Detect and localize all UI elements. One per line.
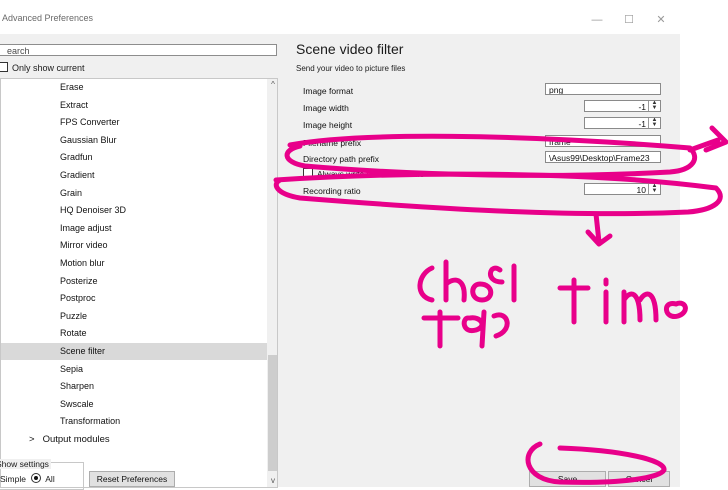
tree-item[interactable]: Transformation	[1, 413, 267, 430]
window-title: Advanced Preferences	[2, 13, 94, 23]
only-show-current-checkbox[interactable]: Only show current	[0, 62, 85, 74]
page-subtitle: Send your video to picture files	[296, 64, 406, 73]
image-height-label: Image height	[303, 120, 353, 130]
recording-ratio-label: Recording ratio	[303, 186, 361, 196]
tree-item[interactable]: Sharpen	[1, 378, 267, 395]
tree-item[interactable]: Gaussian Blur	[1, 132, 267, 149]
image-format-label: Image format	[303, 86, 354, 96]
tree-item[interactable]: Puzzle	[1, 308, 267, 325]
recording-ratio-value: 10	[636, 185, 646, 195]
checkbox-icon[interactable]	[0, 62, 8, 72]
recording-ratio-spinbox[interactable]: 10 ▲ ▼	[584, 183, 661, 195]
scroll-thumb[interactable]	[268, 355, 277, 471]
spin-arrows-icon[interactable]: ▲ ▼	[648, 101, 660, 111]
title-bar: Advanced Preferences — ☐ ✕	[0, 0, 728, 34]
scroll-down-icon[interactable]: v	[267, 475, 277, 487]
tree-item-label: Output modules	[42, 434, 110, 445]
filename-prefix-field[interactable]: frame	[545, 135, 661, 147]
tree-scrollbar[interactable]: ^ v	[267, 79, 277, 487]
tree-item[interactable]: Posterize	[1, 273, 267, 290]
scroll-up-icon[interactable]: ^	[267, 79, 277, 91]
preferences-panel: earch Only show current Erase Extract FPS …	[0, 34, 680, 490]
tree-item[interactable]: Rotate	[1, 325, 267, 342]
checkbox-icon[interactable]	[303, 168, 313, 178]
cancel-button[interactable]: Cancel	[608, 471, 670, 487]
directory-path-prefix-label: Directory path prefix	[303, 154, 380, 164]
show-settings-label: Show settings	[0, 459, 51, 469]
maximize-button[interactable]: ☐	[614, 9, 644, 31]
spin-arrows-icon[interactable]: ▲ ▼	[648, 118, 660, 128]
all-radio[interactable]	[31, 473, 42, 483]
image-height-spinbox[interactable]: -1 ▲ ▼	[584, 117, 661, 129]
save-button[interactable]: Save	[529, 471, 606, 487]
tree-item[interactable]: Grain	[1, 185, 267, 202]
image-height-value: -1	[638, 119, 646, 129]
page-title: Scene video filter	[296, 41, 404, 57]
close-button[interactable]: ✕	[646, 9, 676, 31]
tree-item[interactable]: HQ Denoiser 3D	[1, 202, 267, 219]
tree-item[interactable]: Sepia	[1, 361, 267, 378]
expand-chevron-icon[interactable]: >	[29, 434, 35, 445]
tree-item[interactable]: FPS Converter	[1, 114, 267, 131]
tree-item[interactable]: Scene filter	[1, 343, 267, 360]
directory-path-prefix-field[interactable]: \Asus99\Desktop\Frame23	[545, 151, 661, 163]
tree-item[interactable]: Gradient	[1, 167, 267, 184]
minimize-button[interactable]: —	[582, 9, 612, 31]
tree-item[interactable]: Extract	[1, 97, 267, 114]
reset-preferences-button[interactable]: Reset Preferences	[89, 471, 175, 487]
only-show-current-label: Only show current	[12, 63, 85, 73]
show-settings-options: Simple All	[0, 473, 55, 484]
image-width-value: -1	[638, 102, 646, 112]
image-width-label: Image width	[303, 103, 349, 113]
always-write-checkbox[interactable]: Always write to the same file	[303, 168, 424, 179]
category-tree[interactable]: Erase Extract FPS Converter Gaussian Blur Gr…	[0, 78, 278, 488]
all-label[interactable]: All	[45, 474, 54, 484]
tree-item-output-modules[interactable]: > Output modules	[1, 431, 267, 448]
scribble-arrow-1	[687, 125, 728, 153]
tree-item[interactable]: Swscale	[1, 396, 267, 413]
filename-prefix-label: Filename prefix	[303, 138, 362, 148]
tree-item[interactable]: Gradfun	[1, 149, 267, 166]
radio-dot-icon	[34, 476, 39, 480]
tree-item[interactable]: Motion blur	[1, 255, 267, 272]
tree-item[interactable]: Image adjust	[1, 220, 267, 237]
tree-item[interactable]: Mirror video	[1, 237, 267, 254]
tree-item[interactable]: Erase	[1, 79, 267, 96]
simple-label[interactable]: Simple	[0, 474, 26, 484]
image-width-spinbox[interactable]: -1 ▲ ▼	[584, 100, 661, 112]
always-write-label: Always write to the same file	[317, 169, 425, 179]
tree-item[interactable]: Postproc	[1, 290, 267, 307]
image-format-field[interactable]: png	[545, 83, 661, 95]
search-input[interactable]: earch	[0, 44, 277, 56]
spin-arrows-icon[interactable]: ▲ ▼	[648, 184, 660, 194]
